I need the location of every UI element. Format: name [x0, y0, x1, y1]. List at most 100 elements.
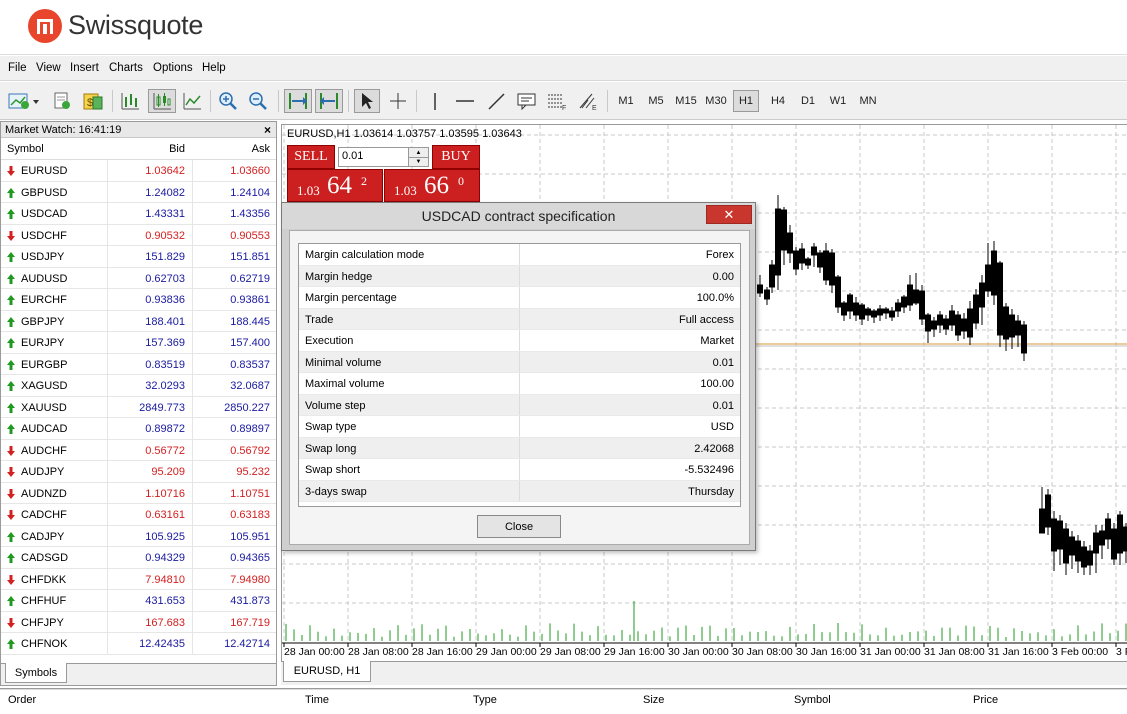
- table-row[interactable]: USDCAD 1.43331 1.43356: [1, 203, 276, 225]
- market-watch-icon[interactable]: $: [80, 89, 106, 113]
- tab-eurusd-h1[interactable]: EURUSD, H1: [283, 661, 371, 682]
- spec-value: Full access: [678, 313, 734, 326]
- buy-button[interactable]: BUY: [432, 145, 480, 169]
- timeframe-w1-button[interactable]: W1: [825, 90, 851, 112]
- table-row[interactable]: AUDCAD 0.89872 0.89897: [1, 418, 276, 440]
- table-row[interactable]: EURUSD 1.03642 1.03660: [1, 160, 276, 182]
- stepper-up-icon[interactable]: ▲: [409, 148, 428, 157]
- table-row[interactable]: CADSGD 0.94329 0.94365: [1, 547, 276, 569]
- table-row[interactable]: AUDCHF 0.56772 0.56792: [1, 439, 276, 461]
- table-row[interactable]: EURGBP 0.83519 0.83537: [1, 353, 276, 375]
- table-row[interactable]: XAUUSD 2849.773 2850.227: [1, 396, 276, 418]
- table-row[interactable]: AUDNZD 1.10716 1.10751: [1, 482, 276, 504]
- up-arrow-icon: [7, 252, 15, 262]
- profiles-icon[interactable]: [50, 89, 74, 113]
- menu-help[interactable]: Help: [202, 62, 226, 74]
- volume-stepper[interactable]: ▲ ▼: [408, 148, 428, 166]
- sell-button[interactable]: SELL: [287, 145, 335, 169]
- zoom-out-icon[interactable]: [246, 89, 270, 113]
- column-ask[interactable]: Ask: [252, 143, 270, 155]
- ask-price: 2850.227: [224, 401, 270, 414]
- ask-price: 0.56792: [230, 444, 270, 457]
- candle-body: [937, 314, 943, 326]
- candle-body: [1051, 518, 1057, 552]
- close-button[interactable]: Close: [477, 515, 561, 538]
- volume-value: 0.01: [342, 150, 364, 162]
- zoom-in-icon[interactable]: [216, 89, 240, 113]
- candle-body: [847, 294, 853, 312]
- fibonacci-icon[interactable]: F: [544, 89, 570, 113]
- timeframe-mn-button[interactable]: MN: [855, 90, 881, 112]
- column-price[interactable]: Price: [973, 694, 998, 706]
- table-row[interactable]: GBPUSD 1.24082 1.24104: [1, 181, 276, 203]
- column-order[interactable]: Order: [8, 694, 36, 706]
- menu-file[interactable]: File: [8, 62, 27, 74]
- column-symbol[interactable]: Symbol: [7, 143, 44, 155]
- stepper-down-icon[interactable]: ▼: [409, 157, 428, 166]
- column-symbol[interactable]: Symbol: [794, 694, 831, 706]
- column-type[interactable]: Type: [473, 694, 497, 706]
- column-time[interactable]: Time: [305, 694, 329, 706]
- spec-row: Margin hedge 0.00: [299, 265, 740, 287]
- brand-bar: Swissquote: [0, 0, 1127, 55]
- close-icon[interactable]: ×: [264, 123, 271, 137]
- candlestick-icon[interactable]: [148, 89, 176, 113]
- candle-body: [919, 290, 925, 320]
- autoscroll-icon[interactable]: [284, 89, 312, 113]
- bar-chart-icon[interactable]: [118, 89, 142, 113]
- crosshair-icon[interactable]: [386, 89, 410, 113]
- up-arrow-icon: [7, 596, 15, 606]
- sell-price[interactable]: 1.03 64 2: [287, 169, 383, 202]
- table-row[interactable]: CHFDKK 7.94810 7.94980: [1, 568, 276, 590]
- menu-options[interactable]: Options: [153, 62, 193, 74]
- timeframe-m1-button[interactable]: M1: [613, 90, 639, 112]
- timeframe-d1-button[interactable]: D1: [795, 90, 821, 112]
- tab-symbols[interactable]: Symbols: [5, 663, 67, 683]
- horizontal-line-icon[interactable]: [452, 89, 478, 113]
- ask-price: 0.93861: [230, 294, 270, 306]
- symbol-name: AUDNZD: [21, 487, 67, 500]
- candle-body: [811, 246, 817, 256]
- spec-row: 3-days swap Thursday: [299, 480, 740, 502]
- spec-key: Volume step: [305, 399, 366, 412]
- chart-shift-icon[interactable]: [315, 89, 343, 113]
- volume-input[interactable]: 0.01 ▲ ▼: [338, 147, 429, 167]
- new-chart-icon[interactable]: [5, 89, 41, 113]
- candle-body: [787, 232, 793, 254]
- column-size[interactable]: Size: [643, 694, 664, 706]
- table-row[interactable]: CHFNOK 12.42435 12.42714: [1, 633, 276, 655]
- text-icon[interactable]: [514, 89, 540, 113]
- column-bid[interactable]: Bid: [169, 143, 185, 155]
- cursor-icon[interactable]: [354, 89, 380, 113]
- candle-body: [1123, 526, 1127, 552]
- table-row[interactable]: XAGUSD 32.0293 32.0687: [1, 375, 276, 397]
- symbol-name: AUDCAD: [21, 423, 68, 435]
- table-row[interactable]: GBPJPY 188.401 188.445: [1, 310, 276, 332]
- timeframe-m30-button[interactable]: M30: [703, 90, 729, 112]
- ask-price: 1.24104: [230, 186, 270, 199]
- table-row[interactable]: AUDUSD 0.62703 0.62719: [1, 267, 276, 289]
- close-icon[interactable]: ✕: [706, 205, 752, 224]
- vertical-line-icon[interactable]: [424, 89, 446, 113]
- timeframe-h4-button[interactable]: H4: [765, 90, 791, 112]
- objects-icon[interactable]: E: [575, 89, 601, 113]
- table-row[interactable]: AUDJPY 95.209 95.232: [1, 461, 276, 483]
- menu-charts[interactable]: Charts: [109, 62, 143, 74]
- table-row[interactable]: USDJPY 151.829 151.851: [1, 246, 276, 268]
- table-row[interactable]: EURCHF 0.93836 0.93861: [1, 289, 276, 311]
- menu-insert[interactable]: Insert: [70, 62, 99, 74]
- table-row[interactable]: USDCHF 0.90532 0.90553: [1, 224, 276, 246]
- trendline-icon[interactable]: [484, 89, 508, 113]
- table-row[interactable]: EURJPY 157.369 157.400: [1, 332, 276, 354]
- table-row[interactable]: CADCHF 0.63161 0.63183: [1, 504, 276, 526]
- timeframe-m5-button[interactable]: M5: [643, 90, 669, 112]
- table-row[interactable]: CADJPY 105.925 105.951: [1, 525, 276, 547]
- menu-view[interactable]: View: [36, 62, 61, 74]
- timeframe-h1-button[interactable]: H1: [733, 90, 759, 112]
- table-row[interactable]: CHFHUF 431.653 431.873: [1, 590, 276, 612]
- line-chart-icon[interactable]: [180, 89, 204, 113]
- table-row[interactable]: CHFJPY 167.683 167.719: [1, 611, 276, 633]
- candle-body: [859, 304, 865, 320]
- buy-price[interactable]: 1.03 66 0: [384, 169, 480, 202]
- timeframe-m15-button[interactable]: M15: [673, 90, 699, 112]
